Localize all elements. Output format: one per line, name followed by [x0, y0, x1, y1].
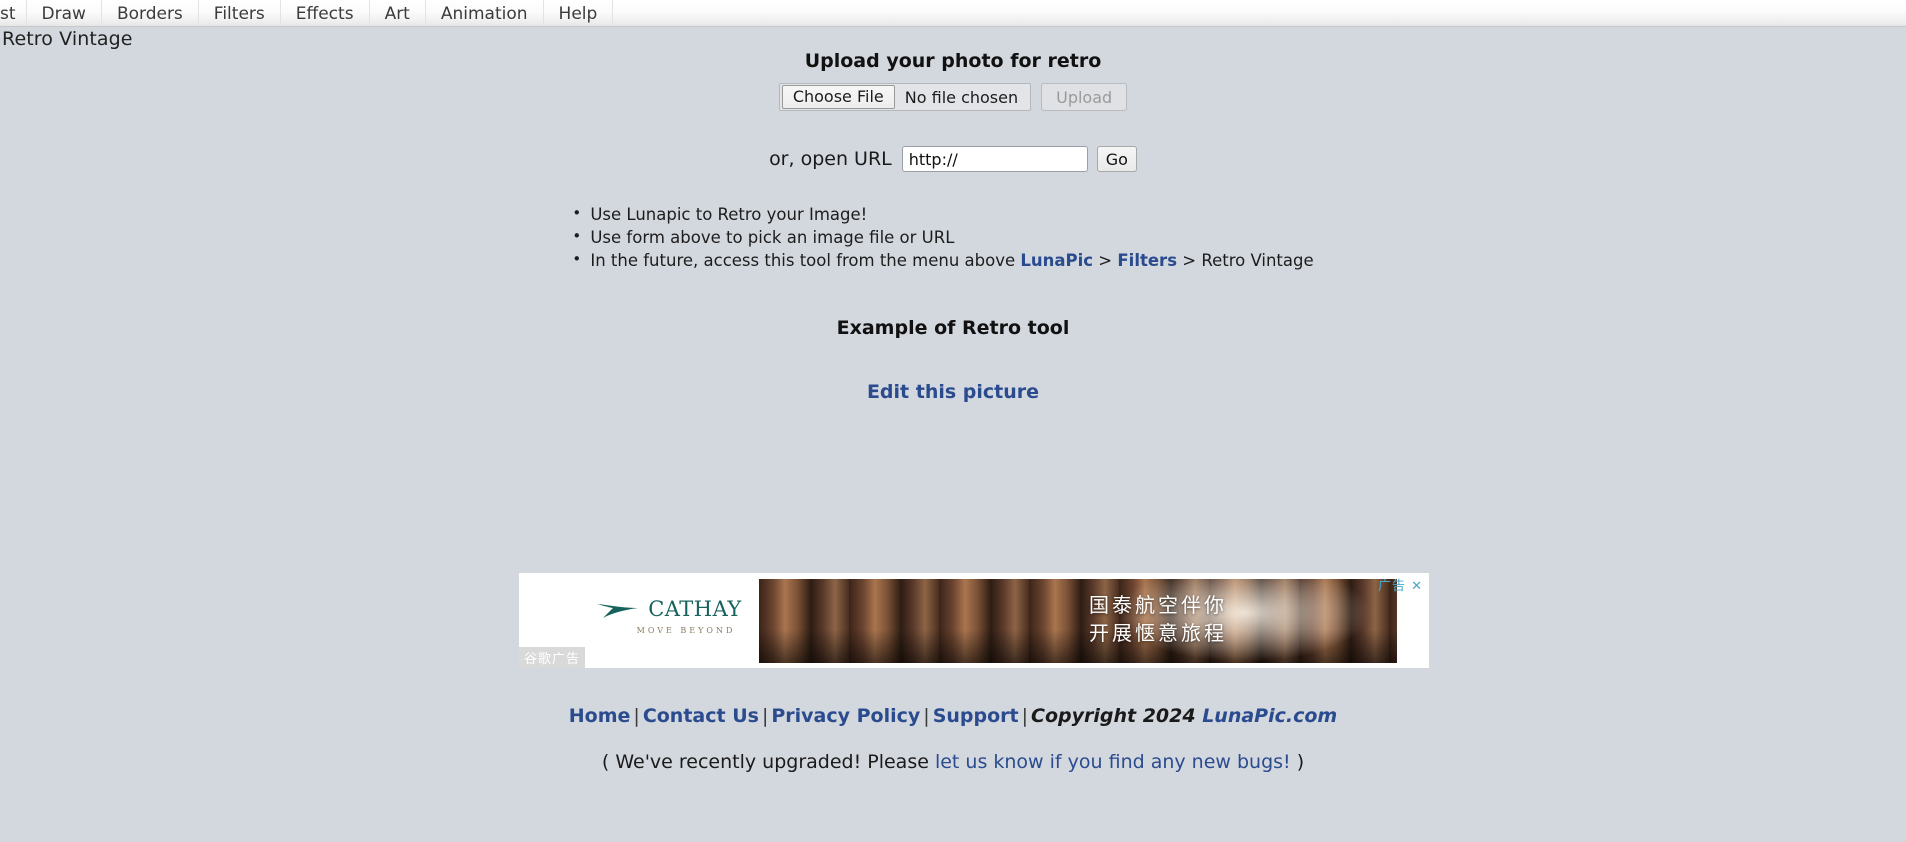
footer-site-link[interactable]: LunaPic.com [1202, 705, 1337, 727]
menu-item-adjust[interactable]: st [0, 0, 27, 26]
report-bugs-link[interactable]: let us know if you find any new bugs! [935, 751, 1291, 773]
example-heading: Example of Retro tool [836, 317, 1070, 339]
ad-brand-name: CATHAY [648, 597, 742, 621]
footer-notice: ( We've recently upgraded! Please let us… [0, 751, 1906, 773]
footer-notice-suffix: ) [1290, 751, 1305, 773]
ad-brand-tagline: MOVE BEYOND [636, 626, 736, 635]
footer-separator: | [761, 705, 769, 727]
brushwing-icon [597, 604, 639, 618]
footer-privacy-link[interactable]: Privacy Policy [771, 705, 920, 727]
tip-text-3-prefix: In the future, access this tool from the… [590, 251, 1021, 270]
filters-breadcrumb-link[interactable]: Filters [1117, 251, 1177, 270]
url-label: or, open URL [769, 148, 892, 170]
footer-separator: | [923, 705, 930, 727]
footer-separator: | [633, 705, 640, 727]
menu-item-art[interactable]: Art [370, 0, 426, 26]
footer-contact-link[interactable]: Contact Us [643, 705, 759, 727]
instructions-list: Use Lunapic to Retro your Image! Use for… [568, 202, 1314, 272]
breadcrumb-separator-1: > [1093, 251, 1118, 270]
url-form: or, open URL Go [0, 146, 1906, 172]
file-name-display: No file chosen [904, 87, 1019, 107]
tip-text-1: Use Lunapic to Retro your Image! [590, 205, 868, 224]
list-item: Use form above to pick an image file or … [568, 225, 1313, 249]
footer-links-row: Home | Contact Us | Privacy Policy | Support | C… [0, 705, 1906, 727]
go-button[interactable]: Go [1096, 146, 1137, 172]
ad-hero-image[interactable]: 国泰航空伴你 开展惬意旅程 [759, 579, 1397, 663]
advertisement-banner[interactable]: CATHAY MOVE BEYOND 国泰航空伴你 开展惬意旅程 谷歌广告 广告… [519, 573, 1429, 668]
ad-headline-line-1: 国泰航空伴你 [1089, 593, 1227, 617]
upload-form: Choose File No file chosen Upload [778, 83, 1128, 111]
footer-separator: | [1021, 705, 1029, 727]
footer-notice-prefix: ( We've recently upgraded! Please [601, 751, 935, 773]
list-item: Use Lunapic to Retro your Image! [568, 202, 1313, 226]
ad-close-icon[interactable]: 广告 ✕ [1378, 575, 1423, 594]
page-footer: Home | Contact Us | Privacy Policy | Support | C… [0, 705, 1906, 773]
main-content: Upload your photo for retro Choose File … [0, 46, 1906, 403]
ad-headline-line-2: 开展惬意旅程 [1089, 621, 1227, 645]
menu-item-filters[interactable]: Filters [199, 0, 281, 26]
menu-item-effects[interactable]: Effects [281, 0, 370, 26]
menu-item-animation[interactable]: Animation [426, 0, 544, 26]
edit-this-picture-link[interactable]: Edit this picture [867, 381, 1039, 403]
upload-button[interactable]: Upload [1041, 83, 1128, 111]
upload-heading: Upload your photo for retro [804, 50, 1102, 72]
menu-bar-filler [613, 0, 1906, 26]
breadcrumb-current: Retro Vintage [1201, 251, 1314, 270]
tip-text-2: Use form above to pick an image file or … [590, 228, 955, 247]
main-menu-bar: st Draw Borders Filters Effects Art Anim… [0, 0, 1906, 27]
list-item: In the future, access this tool from the… [568, 248, 1314, 272]
menu-item-help[interactable]: Help [544, 0, 614, 26]
menu-item-borders[interactable]: Borders [102, 0, 199, 26]
ad-headline: 国泰航空伴你 开展惬意旅程 [1089, 591, 1227, 647]
ad-provider-badge: 谷歌广告 [519, 647, 586, 668]
footer-support-link[interactable]: Support [933, 705, 1019, 727]
file-input[interactable]: Choose File No file chosen [778, 83, 1032, 111]
menu-item-draw[interactable]: Draw [27, 0, 102, 26]
ad-logo-row: CATHAY [569, 597, 769, 621]
lunapic-breadcrumb-link[interactable]: LunaPic [1020, 251, 1093, 270]
choose-file-button[interactable]: Choose File [781, 85, 895, 109]
breadcrumb-separator-2: > [1177, 251, 1202, 270]
footer-copyright-text: Copyright 2024 [1031, 705, 1203, 727]
footer-home-link[interactable]: Home [569, 705, 631, 727]
ad-brand-logo: CATHAY MOVE BEYOND [569, 597, 769, 635]
url-input[interactable] [901, 146, 1088, 172]
